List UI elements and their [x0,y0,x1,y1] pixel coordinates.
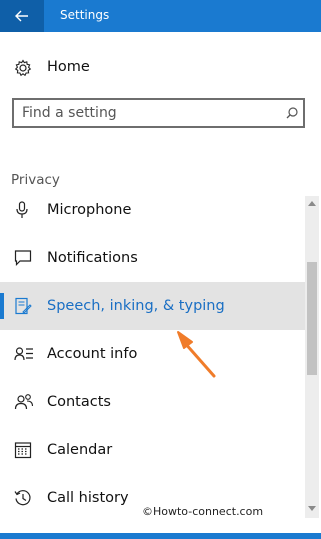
window-title: Settings [60,8,110,22]
nav-item-label: Account info [47,346,138,362]
scroll-down-arrow-icon[interactable] [308,506,316,512]
nav-item-notifications[interactable]: Notifications [0,234,305,282]
nav-item-contacts[interactable]: Contacts [0,378,305,426]
gear-icon [14,59,32,77]
nav-item-microphone[interactable]: Microphone [0,186,305,234]
scroll-up-arrow-icon[interactable] [308,200,316,206]
selected-indicator [0,293,4,319]
nav-item-label: Call history [47,490,129,506]
nav-item-calendar[interactable]: Calendar [0,426,305,474]
history-icon [14,490,31,506]
nav-item-label: Calendar [47,442,113,458]
nav-item-label: Speech, inking, & typing [47,298,225,314]
account-info-icon [14,347,33,361]
nav-item-account-info[interactable]: Account info [0,330,305,378]
nav-item-label: Notifications [47,250,138,266]
scrollbar-thumb[interactable] [307,262,317,375]
contacts-icon [14,394,34,410]
search-icon[interactable] [286,107,298,119]
home-label: Home [47,59,90,75]
back-arrow-icon [15,10,28,22]
watermark: ©Howto-connect.com [142,505,264,518]
taskbar-edge [0,533,321,539]
nav-item-label: Microphone [47,202,132,218]
notification-icon [14,250,32,266]
home-link[interactable]: Home [0,52,321,84]
nav-item-speech-inking-typing[interactable]: Speech, inking, & typing [0,282,305,330]
title-bar: Settings [0,0,321,32]
microphone-icon [16,201,28,218]
calendar-icon [14,442,32,459]
scrollbar[interactable] [305,196,319,518]
callout-arrow [177,331,216,378]
nav-item-label: Contacts [47,394,111,410]
search-box[interactable] [12,98,305,128]
back-button[interactable] [0,0,44,32]
speech-pen-icon [15,297,32,315]
search-input[interactable] [22,104,272,122]
